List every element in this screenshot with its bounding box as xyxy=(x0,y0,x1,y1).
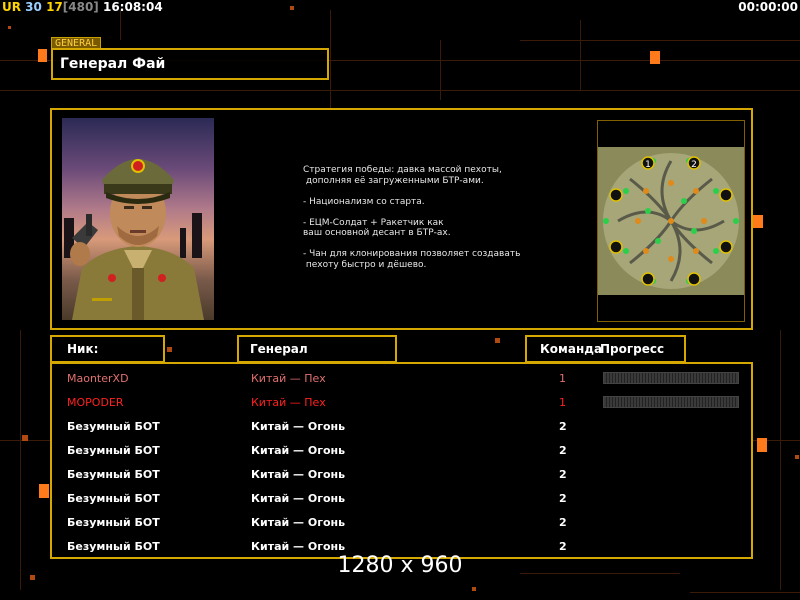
player-team: 2 xyxy=(559,420,567,433)
player-row[interactable]: Безумный БОТ Китай — Огонь 2 xyxy=(52,488,751,512)
hud-timer: 00:00:00 xyxy=(738,0,798,14)
hud-frame: [480] xyxy=(62,0,99,14)
resolution-label: 1280 x 960 xyxy=(337,553,463,578)
player-nick: MOPODER xyxy=(67,396,124,409)
hud-num: 17 xyxy=(46,0,63,14)
player-team: 1 xyxy=(559,372,566,385)
player-team: 2 xyxy=(559,540,567,553)
column-header-general[interactable]: Генерал xyxy=(237,335,397,363)
hud-ur: UR xyxy=(2,0,21,14)
player-team: 1 xyxy=(559,396,566,409)
general-portrait xyxy=(62,118,214,320)
player-general: Китай — Огонь xyxy=(251,468,346,481)
player-nick: MaonterXD xyxy=(67,372,129,385)
hud-clock: 16:08:04 xyxy=(102,0,163,14)
column-header-nick[interactable]: Ник: xyxy=(50,335,165,363)
map-preview-image: 1 2 xyxy=(598,121,744,321)
player-general: Китай — Огонь xyxy=(251,444,346,457)
map-start-2: 2 xyxy=(691,160,697,170)
player-general: Китай — Огонь xyxy=(251,420,346,433)
player-team: 2 xyxy=(559,468,567,481)
hud-stats: UR 30 17[480] 16:08:04 xyxy=(2,0,163,14)
general-description: Стратегия победы: давка массой пехоты, д… xyxy=(303,165,521,270)
general-name-box: Генерал Фай xyxy=(51,48,329,80)
player-row[interactable]: Безумный БОТ Китай — Огонь 2 xyxy=(52,440,751,464)
player-row[interactable]: Безумный БОТ Китай — Огонь 2 xyxy=(52,464,751,488)
player-team: 2 xyxy=(559,492,567,505)
player-nick: Безумный БОТ xyxy=(67,444,160,457)
player-general: Китай — Пех xyxy=(251,396,326,409)
player-team: 2 xyxy=(559,516,567,529)
player-nick: Безумный БОТ xyxy=(67,420,160,433)
column-header-team-progress[interactable]: Команда Прогресс xyxy=(525,335,686,363)
player-progress-bar xyxy=(603,372,739,384)
player-row[interactable]: MaonterXD Китай — Пех 1 xyxy=(52,368,751,392)
map-start-1: 1 xyxy=(645,160,651,170)
player-general: Китай — Огонь xyxy=(251,540,346,553)
player-general: Китай — Огонь xyxy=(251,516,346,529)
hud-fps: 30 xyxy=(25,0,42,14)
column-team-label: Команда xyxy=(540,342,603,356)
player-row[interactable]: MOPODER Китай — Пех 1 xyxy=(52,392,751,416)
player-row[interactable]: Безумный БОТ Китай — Огонь 2 xyxy=(52,416,751,440)
player-nick: Безумный БОТ xyxy=(67,468,160,481)
player-nick: Безумный БОТ xyxy=(67,516,160,529)
player-progress-bar xyxy=(603,396,739,408)
player-row[interactable]: Безумный БОТ Китай — Огонь 2 xyxy=(52,512,751,536)
player-team: 2 xyxy=(559,444,567,457)
column-progress-label: Прогресс xyxy=(600,342,665,356)
player-list: MaonterXD Китай — Пех 1 MOPODER Китай — Пех 1… xyxy=(50,362,753,559)
player-nick: Безумный БОТ xyxy=(67,540,160,553)
player-general: Китай — Пех xyxy=(251,372,326,385)
player-general: Китай — Огонь xyxy=(251,492,346,505)
column-general-label: Генерал xyxy=(250,342,308,356)
column-nick-label: Ник: xyxy=(67,342,99,356)
map-preview: 1 2 xyxy=(597,120,745,322)
general-info-panel: Стратегия победы: давка массой пехоты, д… xyxy=(50,108,753,330)
player-nick: Безумный БОТ xyxy=(67,492,160,505)
general-name: Генерал Фай xyxy=(60,56,166,72)
portrait-image xyxy=(64,159,204,320)
